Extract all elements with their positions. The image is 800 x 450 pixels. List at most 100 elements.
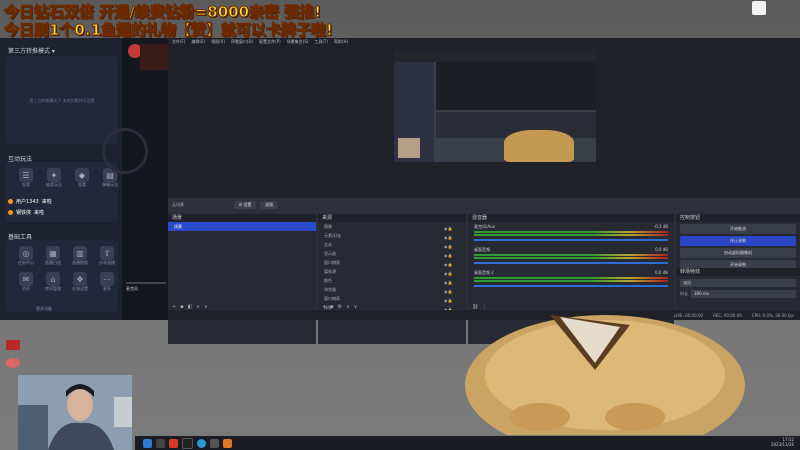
obs-preview[interactable]: [168, 46, 800, 198]
user-badge-icon: [8, 210, 13, 215]
tool-share[interactable]: ⇪ 分享直播: [95, 246, 119, 266]
mic-slider[interactable]: [126, 282, 166, 284]
audio-meter: [474, 280, 668, 282]
app-icon[interactable]: [169, 438, 178, 448]
start-stream-button[interactable]: 开始推流: [680, 224, 796, 234]
loading-ring: [102, 128, 148, 174]
shield-icon: ◆: [75, 168, 89, 182]
mode-selector[interactable]: 第三方转推模式 ▾: [8, 46, 55, 55]
eye-icon[interactable]: ◉🔒: [444, 242, 460, 251]
app-icon[interactable]: [156, 438, 165, 448]
stop-recording-button[interactable]: 停止录制: [680, 236, 796, 246]
menu-scene-collection[interactable]: 场景集合(S): [287, 39, 309, 45]
menu-view[interactable]: 视图(V): [211, 39, 225, 45]
interactive-section: ☰ 投票 ✦ 抽奖玩法 ◆ 竞猜 ▤ 弹幕玩法 用户1343 来啦 钢铁侠 来啦: [6, 162, 118, 222]
gift-icon: ❖: [73, 272, 87, 286]
menu-tools[interactable]: 工具(T): [314, 39, 328, 45]
menu-profile[interactable]: 配置文件(P): [259, 39, 281, 45]
scenes-header: 场景: [168, 214, 316, 222]
viewer-entry-2: 钢铁侠 来啦: [8, 209, 44, 216]
obs-source-toolbar: 无场景 ⚙ 设置 滤镜: [168, 198, 800, 212]
scene-item[interactable]: 场景: [168, 222, 316, 231]
volume-slider[interactable]: [474, 285, 668, 287]
more-functions-link[interactable]: 更多功能: [36, 306, 52, 312]
tool-task-center[interactable]: ◎ 任务中心: [14, 246, 38, 266]
eye-icon[interactable]: ◉🔒: [444, 260, 460, 269]
mixer-header: 混音器: [468, 214, 674, 222]
virtual-camera-button[interactable]: 启动虚拟摄像机: [680, 248, 796, 258]
desktop-file-icon[interactable]: [752, 1, 766, 15]
nested-menubar: [394, 50, 596, 62]
app-icon[interactable]: [223, 438, 232, 448]
eye-icon[interactable]: ◉🔒: [444, 224, 460, 233]
menu-docks[interactable]: 停靠窗口(D): [231, 39, 253, 45]
promo-banner-line2: 今日刷1个0.1鱼翅的礼物【赞】就可以卡牌子啦!: [4, 21, 334, 40]
eye-icon[interactable]: ◉🔒: [444, 269, 460, 278]
browser-icon[interactable]: [197, 438, 206, 448]
mixer-channel: 麦克风/Aux -0.3 dB: [468, 222, 674, 241]
thumbnail: [140, 44, 168, 70]
live-tools-panel: 第三方转推模式 ▾ 第三方转推模式下 未找到素材可设置 互动玩法 ☰ 投票 ✦ 抽奖…: [0, 38, 122, 320]
app-shortcut-icon[interactable]: [6, 358, 20, 368]
desktop-shortcuts: [6, 340, 20, 368]
tool-schedule[interactable]: ▦ 直播日程: [41, 246, 65, 266]
volume-slider[interactable]: [474, 262, 668, 264]
scenes-dock: 场景 场景: [168, 214, 316, 344]
eye-icon[interactable]: ◉🔒: [444, 287, 460, 296]
interactive-item-vote[interactable]: ☰ 投票: [14, 168, 38, 188]
tool-data[interactable]: ▥ 直播数据: [68, 246, 92, 266]
nested-preview: [394, 50, 596, 162]
menu-edit[interactable]: 编辑(E): [191, 39, 205, 45]
nested-preview-area: [436, 62, 596, 110]
transitions-header: 转场特效: [676, 268, 800, 276]
controls-header: 控制按钮: [676, 214, 800, 222]
share-icon: ⇪: [100, 246, 114, 260]
transition-select[interactable]: 淡出: [680, 279, 796, 287]
tool-gift[interactable]: ❖ 礼物设置: [68, 272, 92, 292]
stream-animal-image: [465, 315, 745, 435]
taskbar: [135, 436, 800, 450]
tool-more[interactable]: ⋯ 更多: [95, 272, 119, 292]
filters-button[interactable]: 滤镜: [260, 201, 278, 209]
eye-icon[interactable]: ◉🔒: [444, 296, 460, 305]
tool-room[interactable]: ⌂ 房间管理: [41, 272, 65, 292]
room-icon: ⌂: [46, 272, 60, 286]
gift-icon: ✦: [47, 168, 61, 182]
source-area: 第三方转推模式下 未找到素材可设置: [6, 56, 118, 144]
message-icon: ✉: [19, 272, 33, 286]
streamer-figure: [18, 375, 132, 450]
no-scene-label: 无场景: [172, 202, 184, 207]
user-badge-icon: [8, 199, 13, 204]
eye-icon[interactable]: ◉🔒: [444, 251, 460, 260]
audio-meter: [474, 254, 668, 256]
volume-slider[interactable]: [474, 239, 668, 241]
menu-help[interactable]: 帮助(H): [334, 39, 348, 45]
interactive-item-guess[interactable]: ◆ 竞猜: [70, 168, 94, 188]
interactive-item-lottery[interactable]: ✦ 抽奖玩法: [42, 168, 66, 188]
duration-input[interactable]: 300 ms: [691, 290, 796, 298]
eye-icon[interactable]: ◉🔒: [444, 233, 460, 242]
obs-menubar: 文件(F) 编辑(E) 视图(V) 停靠窗口(D) 配置文件(P) 场景集合(S…: [168, 38, 800, 46]
duration-label: 时长: [680, 291, 688, 296]
chart-icon: ▥: [73, 246, 87, 260]
tool-message[interactable]: ✉ 消息: [14, 272, 38, 292]
audio-meter: [474, 231, 668, 233]
menu-file[interactable]: 文件(F): [172, 39, 185, 45]
mic-label: 麦克风: [126, 286, 138, 291]
taskbar-clock[interactable]: 17:52 2023/11/26: [771, 437, 794, 447]
app-shortcut-icon[interactable]: [6, 340, 20, 350]
task-icon: ◎: [19, 246, 33, 260]
settings-button[interactable]: ⚙ 设置: [234, 201, 256, 209]
source-visibility-column: ◉🔒◉🔒◉🔒◉🔒◉🔒◉🔒◉🔒◉🔒◉🔒◉🔒: [444, 224, 460, 314]
empty-source-text: 第三方转推模式下 未找到素材可设置: [29, 98, 95, 103]
sources-header: 来源: [318, 214, 466, 222]
mixer-channel: 桌面音频 2 0.0 dB: [468, 268, 674, 287]
app-icon[interactable]: [210, 438, 219, 448]
calendar-icon: ▦: [46, 246, 60, 260]
start-icon[interactable]: [143, 438, 152, 448]
eye-icon[interactable]: ◉🔒: [444, 278, 460, 287]
obs-icon[interactable]: [182, 437, 193, 449]
nested-animal: [504, 130, 574, 162]
live-preview-panel: 萨卡 麦克风: [102, 38, 168, 320]
mixer-channel: 桌面音频 0.0 dB: [468, 245, 674, 264]
